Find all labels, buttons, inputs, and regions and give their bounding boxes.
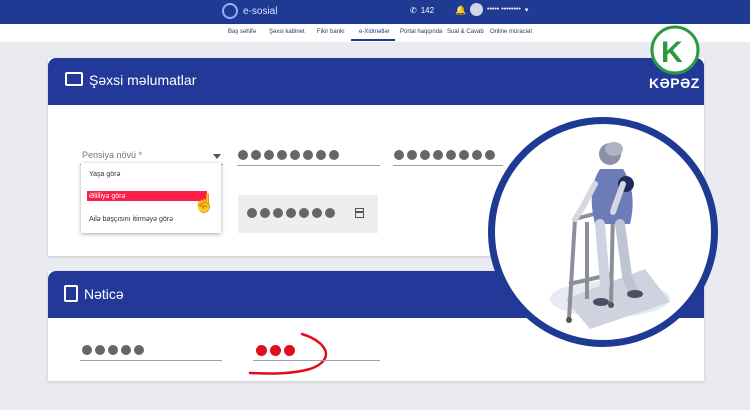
- masked-date: [247, 208, 335, 218]
- phone-number: 142: [420, 6, 435, 15]
- logo-mark-icon: [222, 3, 238, 19]
- top-header: e-sosial ✆ 142 🔔 ••••• •••••••• ▾: [0, 0, 750, 24]
- kapez-wordmark: KƏPƏZ: [649, 75, 700, 91]
- nav-idea-bank[interactable]: Fikir bankı: [317, 29, 345, 35]
- site-logo[interactable]: e-sosial: [222, 3, 277, 19]
- phone-icon: ✆: [410, 6, 417, 15]
- option-disability[interactable]: Əlilliyə görə: [89, 193, 125, 200]
- bell-icon[interactable]: 🔔: [455, 5, 466, 16]
- nav-home[interactable]: Baş səhifə: [228, 29, 256, 35]
- personal-info-title: Şəxsi məlumatlar: [89, 72, 197, 88]
- nav-faq[interactable]: Sual & Cavab: [447, 29, 484, 35]
- elderly-walker-image: [550, 142, 670, 329]
- option-breadwinner-loss[interactable]: Ailə başçısını itirməyə görə: [89, 216, 173, 223]
- avatar: [470, 3, 483, 16]
- field-2-underline: [393, 165, 503, 166]
- nav-online-request[interactable]: Online müraciət: [490, 29, 532, 35]
- result-title: Nəticə: [84, 286, 124, 302]
- pension-type-label: Pensiya növü *: [82, 150, 143, 160]
- phone-link[interactable]: ✆ 142: [410, 6, 434, 15]
- masked-field-2: [394, 150, 495, 160]
- result-footer-line: [66, 381, 686, 382]
- option-age[interactable]: Yaşa görə: [89, 171, 120, 178]
- masked-field-1: [238, 150, 339, 160]
- logo-text: e-sosial: [243, 5, 278, 17]
- logo-letter: K: [661, 36, 683, 69]
- hand-pointer-icon: ☝: [193, 193, 216, 213]
- result-2-underline: [253, 360, 380, 361]
- field-1-underline: [237, 165, 380, 166]
- user-menu[interactable]: ••••• •••••••• ▾: [470, 3, 528, 16]
- personal-info-header: Şəxsi məlumatlar: [48, 58, 704, 105]
- highlight-swoosh: [248, 332, 328, 375]
- walker-illustration: [488, 117, 718, 347]
- result-1-underline: [80, 360, 222, 361]
- calendar-icon[interactable]: [355, 208, 364, 218]
- chevron-down-icon: ▾: [524, 6, 529, 14]
- clipboard-icon: [64, 285, 78, 302]
- profile-card-icon: [65, 72, 83, 86]
- nav-personal-cabinet[interactable]: Şəxsi kabinet: [269, 29, 305, 35]
- dropdown-arrow-icon[interactable]: [213, 154, 221, 159]
- nav-about[interactable]: Portal haqqında: [400, 29, 442, 35]
- user-name: ••••• ••••••••: [487, 6, 521, 13]
- nav-e-services[interactable]: e-Xidmətlər: [359, 29, 390, 35]
- active-tab-indicator: [351, 39, 395, 41]
- masked-result-1: [82, 345, 144, 355]
